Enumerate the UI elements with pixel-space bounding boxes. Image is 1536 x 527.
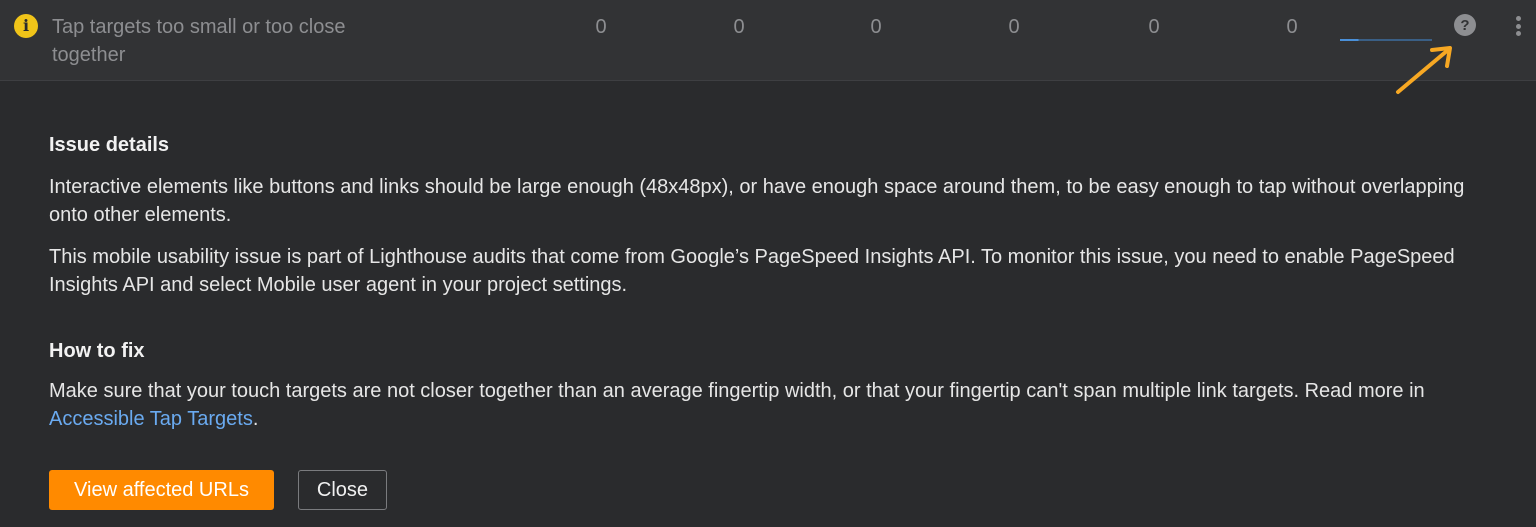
how-to-fix-text: Make sure that your touch targets are no… — [49, 380, 1425, 402]
issue-count-cell: 0 — [1148, 16, 1160, 38]
view-affected-urls-button[interactable]: View affected URLs — [49, 470, 274, 510]
annotation-arrow-icon — [1396, 46, 1452, 94]
how-to-fix-heading: How to fix — [49, 340, 145, 362]
issue-title: Tap targets too small or too close toget… — [52, 16, 346, 66]
issue-count-cell: 0 — [1286, 16, 1298, 38]
issue-detail-panel: i Tap targets too small or too close tog… — [0, 0, 1536, 527]
info-icon: i — [14, 14, 38, 38]
vertical-dots-icon[interactable] — [1511, 14, 1525, 38]
issue-count-cell: 0 — [870, 16, 882, 38]
close-button[interactable]: Close — [298, 470, 387, 510]
issue-count-cell: 0 — [733, 16, 745, 38]
issue-count-cell: 0 — [1008, 16, 1020, 38]
how-to-fix-paragraph: Make sure that your touch targets are no… — [49, 377, 1489, 433]
issue-details-paragraph: Interactive elements like buttons and li… — [49, 176, 1465, 226]
how-to-fix-text-end: . — [252, 408, 259, 430]
issue-details-paragraph: This mobile usability issue is part of L… — [49, 246, 1455, 296]
issue-details-heading: Issue details — [49, 134, 170, 156]
question-mark-icon[interactable]: ? — [1454, 14, 1476, 36]
issue-row[interactable]: i Tap targets too small or too close tog… — [0, 0, 1536, 81]
issue-count-cell: 0 — [595, 16, 607, 38]
accessible-tap-targets-link[interactable]: Accessible Tap Targets — [49, 408, 253, 430]
